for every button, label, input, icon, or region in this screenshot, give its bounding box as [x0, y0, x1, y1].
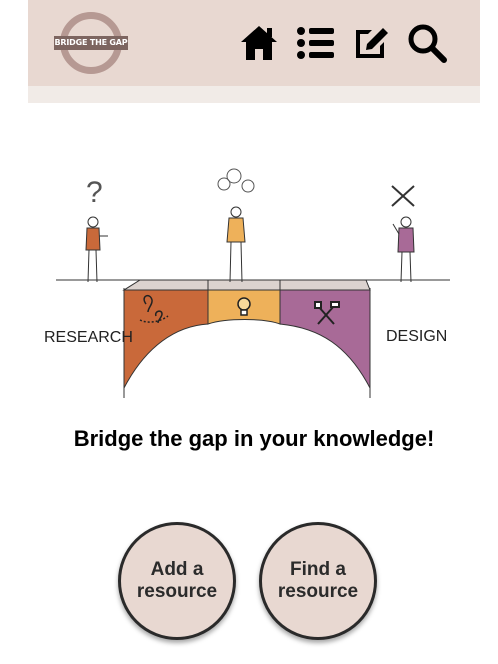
- bridge-illustration: ? RESEARCH DESIGN: [36, 166, 460, 404]
- find-resource-label-line2: resource: [277, 581, 359, 602]
- svg-text:?: ?: [86, 176, 103, 209]
- add-resource-label-line1: Add a: [150, 559, 204, 580]
- add-resource-button[interactable]: Add a resource: [118, 522, 236, 640]
- home-icon[interactable]: [238, 22, 280, 64]
- edit-icon[interactable]: [350, 22, 392, 64]
- header-divider: [28, 86, 480, 103]
- add-resource-label-line2: resource: [136, 581, 218, 602]
- find-resource-label-line1: Find a: [290, 559, 346, 580]
- search-icon[interactable]: [406, 22, 448, 64]
- research-label: RESEARCH: [44, 329, 133, 346]
- design-label: DESIGN: [386, 328, 447, 345]
- find-resource-button[interactable]: Find a resource: [259, 522, 377, 640]
- list-icon[interactable]: [295, 22, 337, 64]
- page-headline: Bridge the gap in your knowledge!: [73, 426, 435, 451]
- bridge-the-gap-logo[interactable]: BRIDGE THE GAP: [54, 12, 130, 74]
- thinker-figure: [217, 168, 255, 283]
- designer-figure: [391, 185, 415, 283]
- researcher-figure: ?: [85, 176, 108, 283]
- logo-text: BRIDGE THE GAP: [54, 36, 128, 50]
